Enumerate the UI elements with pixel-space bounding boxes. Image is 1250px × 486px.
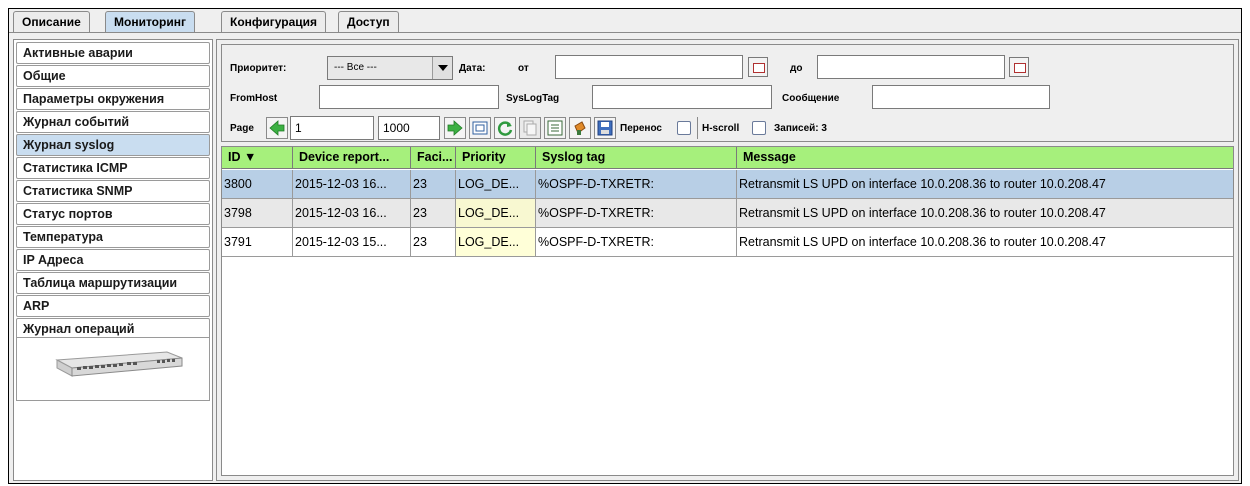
hscroll-checkbox[interactable] — [752, 121, 766, 135]
fromhost-label: FromHost — [230, 93, 278, 104]
cell-syslog-tag: %OSPF-D-TXRETR: — [536, 199, 737, 227]
syslogtag-label: SysLogTag — [506, 93, 560, 104]
tab-configuration[interactable]: Конфигурация — [221, 11, 327, 33]
cell-id: 3798 — [222, 199, 293, 227]
list-icon[interactable] — [544, 117, 566, 139]
page-label: Page — [230, 123, 254, 134]
sidebar-item-icmp-stats[interactable]: Статистика ICMP — [16, 157, 210, 179]
toolbar-separator — [697, 117, 698, 139]
priority-select-value: --- Все --- — [334, 62, 377, 73]
syslogtag-input[interactable] — [592, 85, 772, 109]
records-count: Записей: 3 — [774, 123, 827, 134]
device-image — [16, 337, 210, 401]
cell-facility: 23 — [411, 170, 456, 198]
sidebar-item-port-status[interactable]: Статус портов — [16, 203, 210, 225]
sidebar: Активные аварии Общие Параметры окружени… — [13, 39, 213, 481]
cell-device-reported: 2015-12-03 16... — [293, 199, 411, 227]
switch-device-icon — [55, 351, 183, 377]
date-to-input[interactable] — [817, 55, 1005, 79]
wrap-label: Перенос — [620, 123, 662, 134]
calendar-from-icon[interactable] — [748, 57, 768, 77]
sidebar-item-routing-table[interactable]: Таблица маршрутизации — [16, 272, 210, 294]
back-arrow-icon[interactable] — [266, 117, 288, 139]
column-header-message[interactable]: Message — [737, 147, 1233, 169]
date-from-input[interactable] — [555, 55, 743, 79]
sidebar-item-environment[interactable]: Параметры окружения — [16, 88, 210, 110]
cell-device-reported: 2015-12-03 16... — [293, 170, 411, 198]
cell-syslog-tag: %OSPF-D-TXRETR: — [536, 228, 737, 256]
page-size-input[interactable]: 1000 — [378, 116, 440, 140]
calendar-to-icon[interactable] — [1009, 57, 1029, 77]
cell-id: 3800 — [222, 170, 293, 198]
column-header-syslog-tag[interactable]: Syslog tag — [536, 147, 737, 169]
save-icon[interactable] — [594, 117, 616, 139]
cell-priority: LOG_DE... — [456, 199, 536, 227]
tab-access[interactable]: Доступ — [338, 11, 399, 33]
fromhost-input[interactable] — [319, 85, 499, 109]
priority-select[interactable]: --- Все --- — [327, 56, 453, 80]
main-panel: Приоритет: --- Все --- Дата: от до FromH… — [216, 39, 1239, 481]
tab-monitoring[interactable]: Мониторинг — [105, 11, 195, 33]
date-from-label: от — [518, 63, 529, 74]
cell-syslog-tag: %OSPF-D-TXRETR: — [536, 170, 737, 198]
forward-arrow-icon[interactable] — [444, 117, 466, 139]
app-window: Описание Мониторинг Конфигурация Доступ … — [8, 8, 1242, 484]
clean-icon[interactable] — [569, 117, 591, 139]
priority-label: Приоритет: — [230, 63, 287, 74]
table-header: ID ▼ Device report... Faci... Priority S… — [222, 147, 1233, 169]
sidebar-item-active-alarms[interactable]: Активные аварии — [16, 42, 210, 64]
column-header-id[interactable]: ID ▼ — [222, 147, 293, 169]
sidebar-item-event-log[interactable]: Журнал событий — [16, 111, 210, 133]
refresh-icon[interactable] — [494, 117, 516, 139]
copy-icon[interactable] — [519, 117, 541, 139]
cell-facility: 23 — [411, 199, 456, 227]
fit-icon[interactable] — [469, 117, 491, 139]
column-header-priority[interactable]: Priority — [456, 147, 536, 169]
hscroll-label: H-scroll — [702, 123, 740, 134]
table-row[interactable]: 3800 2015-12-03 16... 23 LOG_DE... %OSPF… — [222, 170, 1233, 199]
cell-priority: LOG_DE... — [456, 228, 536, 256]
column-header-device-reported[interactable]: Device report... — [293, 147, 411, 169]
message-input[interactable] — [872, 85, 1050, 109]
page-number-input[interactable]: 1 — [290, 116, 374, 140]
tab-description[interactable]: Описание — [13, 11, 90, 33]
cell-message: Retransmit LS UPD on interface 10.0.208.… — [739, 206, 1106, 220]
syslog-table: ID ▼ Device report... Faci... Priority S… — [221, 146, 1234, 476]
cell-message: Retransmit LS UPD on interface 10.0.208.… — [739, 235, 1106, 249]
cell-id: 3791 — [222, 228, 293, 256]
date-to-label: до — [790, 63, 803, 74]
chevron-down-icon — [432, 57, 452, 79]
filter-panel: Приоритет: --- Все --- Дата: от до FromH… — [221, 44, 1234, 142]
sidebar-item-syslog[interactable]: Журнал syslog — [16, 134, 210, 156]
cell-device-reported: 2015-12-03 15... — [293, 228, 411, 256]
column-header-facility[interactable]: Faci... — [411, 147, 456, 169]
table-row[interactable]: 3798 2015-12-03 16... 23 LOG_DE... %OSPF… — [222, 199, 1233, 228]
cell-message: Retransmit LS UPD on interface 10.0.208.… — [739, 177, 1106, 191]
cell-priority: LOG_DE... — [456, 170, 536, 198]
date-label: Дата: — [459, 63, 486, 74]
sidebar-item-temperature[interactable]: Температура — [16, 226, 210, 248]
wrap-checkbox[interactable] — [677, 121, 691, 135]
sidebar-item-snmp-stats[interactable]: Статистика SNMP — [16, 180, 210, 202]
cell-facility: 23 — [411, 228, 456, 256]
sidebar-item-general[interactable]: Общие — [16, 65, 210, 87]
tab-divider — [9, 32, 1241, 33]
sidebar-item-ip-addresses[interactable]: IP Адреса — [16, 249, 210, 271]
sidebar-item-arp[interactable]: ARP — [16, 295, 210, 317]
table-row[interactable]: 3791 2015-12-03 15... 23 LOG_DE... %OSPF… — [222, 228, 1233, 257]
message-label: Сообщение — [782, 93, 840, 104]
